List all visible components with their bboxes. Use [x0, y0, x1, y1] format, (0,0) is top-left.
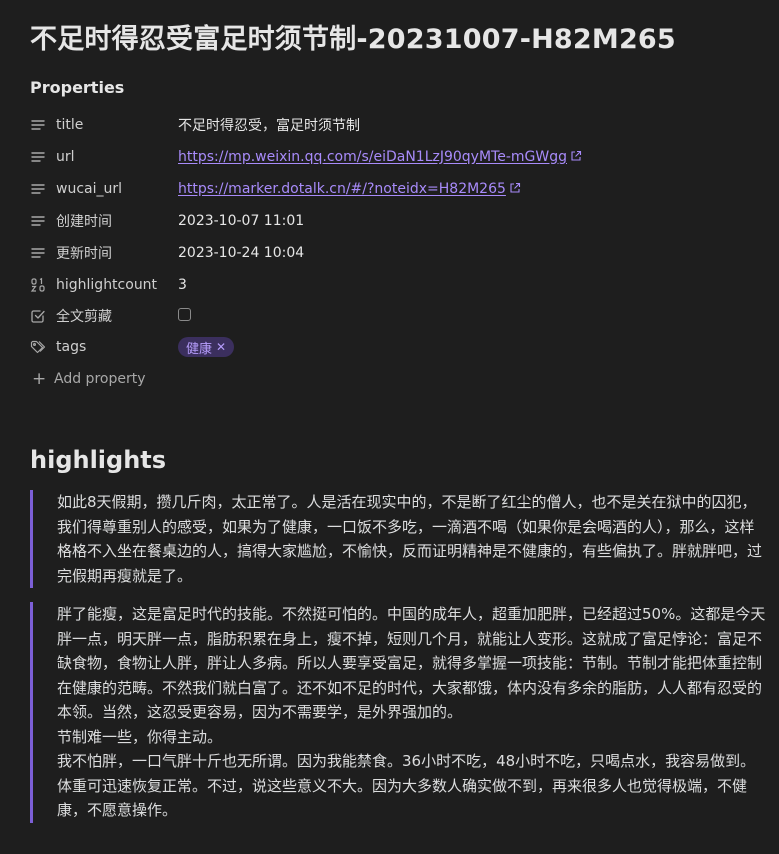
properties-heading[interactable]: Properties [30, 78, 124, 97]
url-link[interactable]: https://mp.weixin.qq.com/s/eiDaN1LzJ90qy… [178, 149, 567, 165]
remove-tag-icon[interactable]: ✕ [216, 340, 226, 354]
fulltext-checkbox[interactable] [178, 307, 191, 321]
property-value[interactable]: 2023-10-07 11:01 [178, 213, 304, 229]
highlights-heading[interactable]: highlights [30, 446, 166, 474]
property-key[interactable]: 创建时间 [56, 211, 178, 231]
wucai-url-link[interactable]: https://marker.dotalk.cn/#/?noteidx=H82M… [178, 181, 506, 197]
property-key[interactable]: url [56, 149, 178, 165]
property-value[interactable]: 3 [178, 277, 187, 293]
checkbox-icon [30, 308, 46, 324]
property-row-url[interactable]: url https://mp.weixin.qq.com/s/eiDaN1LzJ… [30, 145, 750, 169]
property-row-tags[interactable]: tags 健康 ✕ [30, 335, 750, 359]
property-key[interactable]: tags [56, 339, 178, 355]
property-row-updated[interactable]: 更新时间 2023-10-24 10:04 [30, 241, 750, 265]
add-property-label: Add property [54, 371, 146, 387]
property-row-wucai-url[interactable]: wucai_url https://marker.dotalk.cn/#/?no… [30, 177, 750, 201]
property-row-highlightcount[interactable]: highlightcount 3 [30, 273, 750, 297]
highlight-quote[interactable]: 如此8天假期，攒几斤肉，太正常了。人是活在现实中的，不是断了红尘的僧人，也不是关… [30, 490, 769, 588]
tag-icon [30, 339, 46, 355]
external-link-icon [570, 150, 582, 166]
note-page: 不足时得忍受富足时须节制-20231007-H82M265 Properties… [0, 0, 779, 854]
text-lines-icon [30, 117, 46, 133]
quote-paragraph: 如此8天假期，攒几斤肉，太正常了。人是活在现实中的，不是断了红尘的僧人，也不是关… [57, 493, 763, 585]
property-row-created[interactable]: 创建时间 2023-10-07 11:01 [30, 209, 750, 233]
property-row-title[interactable]: title 不足时得忍受，富足时须节制 [30, 113, 750, 137]
text-lines-icon [30, 181, 46, 197]
quote-paragraph: 我不怕胖，一口气胖十斤也无所谓。因为我能禁食。36小时不吃，48小时不吃，只喝点… [57, 752, 756, 819]
property-value[interactable]: 2023-10-24 10:04 [178, 245, 304, 261]
quote-paragraph: 胖了能瘦，这是富足时代的技能。不然挺可怕的。中国的成年人，超重加肥胖，已经超过5… [57, 605, 766, 721]
property-key[interactable]: highlightcount [56, 277, 178, 293]
tag-pill[interactable]: 健康 ✕ [178, 337, 235, 357]
property-key[interactable]: wucai_url [56, 181, 178, 197]
property-row-fulltext[interactable]: 全文剪藏 [30, 304, 750, 328]
page-title[interactable]: 不足时得忍受富足时须节制-20231007-H82M265 [30, 17, 676, 56]
highlight-quote[interactable]: 胖了能瘦，这是富足时代的技能。不然挺可怕的。中国的成年人，超重加肥胖，已经超过5… [30, 602, 769, 823]
tag-label: 健康 [186, 341, 213, 357]
add-property-button[interactable]: + Add property [32, 369, 146, 389]
plus-icon: + [32, 369, 47, 389]
text-lines-icon [30, 213, 46, 229]
external-link-icon [509, 182, 521, 198]
text-lines-icon [30, 245, 46, 261]
property-key[interactable]: title [56, 117, 178, 133]
number-icon [30, 277, 46, 293]
property-key[interactable]: 全文剪藏 [56, 306, 178, 326]
quote-paragraph: 节制难一些，你得主动。 [57, 727, 223, 746]
text-lines-icon [30, 149, 46, 165]
property-value[interactable]: 不足时得忍受，富足时须节制 [178, 115, 360, 135]
property-key[interactable]: 更新时间 [56, 243, 178, 263]
